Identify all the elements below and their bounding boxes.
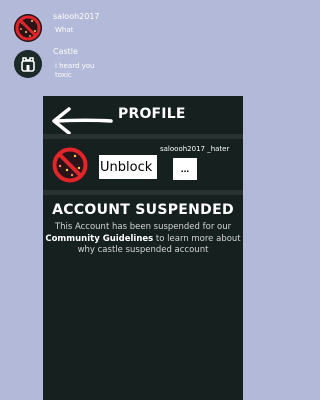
- castle-logo-icon: [14, 50, 42, 78]
- avatar: [14, 50, 42, 78]
- unblock-button[interactable]: Unblock: [99, 155, 157, 179]
- divider: [43, 134, 243, 139]
- no-sign-icon: [52, 147, 88, 183]
- chat-name: salooh2017: [53, 12, 100, 21]
- profile-panel: PROFILE saloooh2017 _hater Unblock ... A…: [43, 96, 243, 400]
- profile-avatar: [51, 146, 89, 184]
- suspended-heading: ACCOUNT SUSPENDED: [52, 202, 234, 218]
- chat-list-item[interactable]: salooh2017 What: [0, 12, 286, 46]
- chat-list-item[interactable]: Castle i heard you toxic: [0, 47, 286, 84]
- page-title: PROFILE: [118, 106, 186, 122]
- no-sign-icon: [14, 14, 42, 42]
- chat-preview: i heard you toxic: [55, 62, 95, 79]
- profile-handle: saloooh2017 _hater: [160, 145, 230, 153]
- avatar: [14, 14, 42, 42]
- chat-preview: What: [55, 26, 74, 34]
- chat-name: Castle: [53, 47, 78, 56]
- suspended-message: This Account has been suspended for our …: [43, 222, 243, 257]
- more-options-button[interactable]: ...: [173, 158, 197, 180]
- community-guidelines-link[interactable]: Community Guidelines: [45, 234, 153, 244]
- divider: [43, 190, 243, 195]
- suspended-text: This Account has been suspended for our: [54, 222, 232, 232]
